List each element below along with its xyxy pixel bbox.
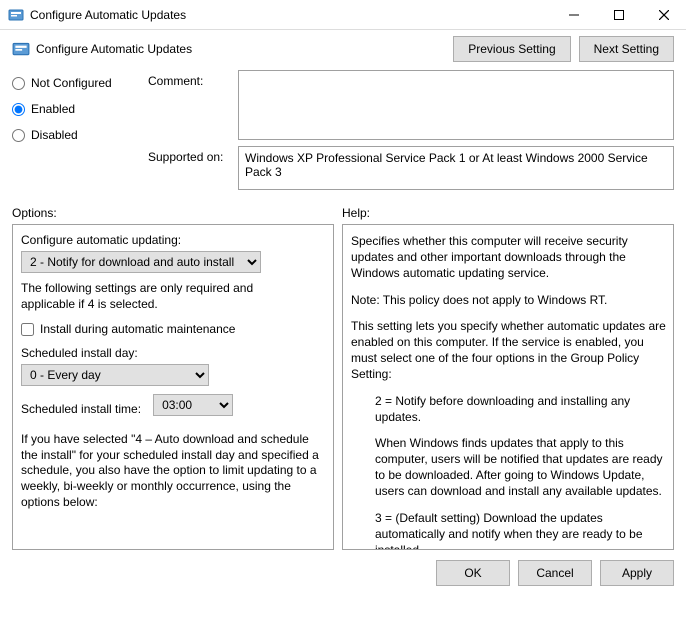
minimize-button[interactable] <box>551 0 596 30</box>
help-text: This setting lets you specify whether au… <box>351 318 667 383</box>
install-maint-label: Install during automatic maintenance <box>40 322 235 336</box>
comment-input[interactable] <box>238 70 674 140</box>
radio-not-configured[interactable]: Not Configured <box>12 76 138 90</box>
help-panel[interactable]: Specifies whether this computer will rec… <box>342 224 674 550</box>
radio-disabled-input[interactable] <box>12 129 25 142</box>
radio-label: Enabled <box>31 102 75 116</box>
window-title: Configure Automatic Updates <box>30 8 551 22</box>
apply-button[interactable]: Apply <box>600 560 674 586</box>
radio-not-configured-input[interactable] <box>12 77 25 90</box>
comment-label: Comment: <box>148 70 230 88</box>
options-bottom-note: If you have selected "4 – Auto download … <box>21 432 321 510</box>
install-maint-input[interactable] <box>21 323 34 336</box>
policy-icon <box>12 40 30 58</box>
help-text: 3 = (Default setting) Download the updat… <box>351 510 667 550</box>
help-text: Note: This policy does not apply to Wind… <box>351 292 667 308</box>
help-text: When Windows finds updates that apply to… <box>351 435 667 500</box>
supported-label: Supported on: <box>148 146 230 164</box>
radio-enabled-input[interactable] <box>12 103 25 116</box>
comment-row: Comment: <box>148 70 674 140</box>
cancel-button[interactable]: Cancel <box>518 560 592 586</box>
day-label: Scheduled install day: <box>21 346 327 360</box>
configure-select[interactable]: 2 - Notify for download and auto install <box>21 251 261 273</box>
page-title: Configure Automatic Updates <box>36 42 445 56</box>
ok-button[interactable]: OK <box>436 560 510 586</box>
configure-label: Configure automatic updating: <box>21 233 327 247</box>
panels: Configure automatic updating: 2 - Notify… <box>0 224 686 550</box>
options-label: Options: <box>12 206 342 220</box>
options-note: The following settings are only required… <box>21 281 291 312</box>
config-top: Not Configured Enabled Disabled Comment:… <box>0 70 686 196</box>
supported-text: Windows XP Professional Service Pack 1 o… <box>238 146 674 190</box>
time-row: Scheduled install time: 03:00 <box>21 394 327 424</box>
time-label: Scheduled install time: <box>21 402 141 416</box>
top-fields: Comment: Supported on: Windows XP Profes… <box>148 70 674 190</box>
previous-setting-button[interactable]: Previous Setting <box>453 36 570 62</box>
help-text: 2 = Notify before downloading and instal… <box>351 393 667 425</box>
radio-disabled[interactable]: Disabled <box>12 128 138 142</box>
day-select[interactable]: 0 - Every day <box>21 364 209 386</box>
options-panel[interactable]: Configure automatic updating: 2 - Notify… <box>12 224 334 550</box>
radio-label: Not Configured <box>31 76 112 90</box>
maximize-button[interactable] <box>596 0 641 30</box>
install-maint-checkbox[interactable]: Install during automatic maintenance <box>21 322 327 336</box>
close-button[interactable] <box>641 0 686 30</box>
radio-label: Disabled <box>31 128 78 142</box>
supported-row: Supported on: Windows XP Professional Se… <box>148 146 674 190</box>
next-setting-button[interactable]: Next Setting <box>579 36 674 62</box>
help-label: Help: <box>342 206 370 220</box>
radio-enabled[interactable]: Enabled <box>12 102 138 116</box>
time-select[interactable]: 03:00 <box>153 394 233 416</box>
panels-header: Options: Help: <box>0 196 686 224</box>
policy-icon <box>8 7 24 23</box>
state-radios: Not Configured Enabled Disabled <box>12 70 138 190</box>
help-text: Specifies whether this computer will rec… <box>351 233 667 282</box>
header: Configure Automatic Updates Previous Set… <box>0 30 686 70</box>
titlebar: Configure Automatic Updates <box>0 0 686 30</box>
footer: OK Cancel Apply <box>0 550 686 596</box>
